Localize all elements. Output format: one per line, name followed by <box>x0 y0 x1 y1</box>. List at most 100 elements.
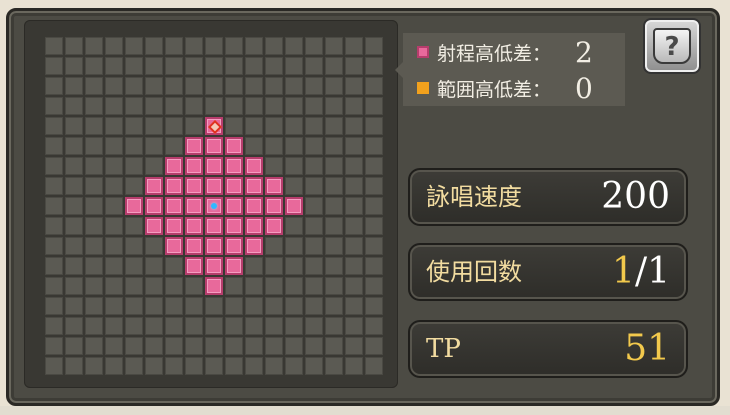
grid-cell <box>285 157 303 175</box>
tp-label: TP <box>426 334 461 364</box>
grid-cell <box>85 237 103 255</box>
grid-cell <box>85 97 103 115</box>
range-cell <box>165 177 183 195</box>
grid-cell <box>125 237 143 255</box>
grid-cell <box>265 257 283 275</box>
grid-cell <box>325 197 343 215</box>
grid-cell <box>145 37 163 55</box>
use-count-current: 1 <box>612 251 635 292</box>
grid-cell <box>345 357 363 375</box>
grid-cell <box>45 37 63 55</box>
grid-cell <box>145 357 163 375</box>
grid-cell <box>105 277 123 295</box>
grid-cell <box>145 297 163 315</box>
grid-cell <box>185 37 203 55</box>
grid-cell <box>205 57 223 75</box>
grid-cell <box>345 57 363 75</box>
use-count-label: 使用回数 <box>426 258 522 286</box>
grid-cell <box>85 317 103 335</box>
range-cell <box>225 157 243 175</box>
grid-cell <box>165 117 183 135</box>
grid-cell <box>45 177 63 195</box>
grid-cell <box>125 297 143 315</box>
grid-cell <box>245 57 263 75</box>
grid-cell <box>145 277 163 295</box>
grid-cell <box>225 37 243 55</box>
grid-cell <box>105 237 123 255</box>
grid-cell <box>65 117 83 135</box>
range-cell <box>185 137 203 155</box>
grid-cell <box>225 117 243 135</box>
grid-cell <box>225 77 243 95</box>
grid-cell <box>305 97 323 115</box>
grid-cell <box>345 257 363 275</box>
grid-cell <box>105 257 123 275</box>
grid-cell <box>105 137 123 155</box>
grid-cell <box>265 297 283 315</box>
grid-cell <box>65 37 83 55</box>
range-cell <box>205 157 223 175</box>
legend-area-height: 範囲高低差： 0 <box>417 72 593 105</box>
grid-cell <box>65 237 83 255</box>
grid-cell <box>65 77 83 95</box>
grid-cell <box>285 317 303 335</box>
help-button[interactable]: ? <box>643 18 701 74</box>
grid-cell <box>165 137 183 155</box>
grid-cell <box>165 37 183 55</box>
grid-cell <box>245 357 263 375</box>
grid-cell <box>125 37 143 55</box>
grid-cell <box>325 277 343 295</box>
grid-cell <box>125 337 143 355</box>
range-cell <box>165 157 183 175</box>
grid-cell <box>265 237 283 255</box>
range-cell <box>205 277 223 295</box>
grid-cell <box>45 197 63 215</box>
grid-cell <box>245 37 263 55</box>
grid-cell <box>285 77 303 95</box>
grid-cell <box>45 297 63 315</box>
grid-cell <box>225 317 243 335</box>
grid-cell <box>165 77 183 95</box>
grid-cell <box>145 237 163 255</box>
grid-cell <box>165 57 183 75</box>
grid-cell <box>65 97 83 115</box>
grid-cell <box>285 37 303 55</box>
grid-cell <box>65 337 83 355</box>
grid-cell <box>265 157 283 175</box>
grid-cell <box>185 97 203 115</box>
grid-cell <box>85 77 103 95</box>
range-cell <box>205 177 223 195</box>
grid-cell <box>85 337 103 355</box>
range-cell <box>265 197 283 215</box>
grid-cell <box>325 297 343 315</box>
grid-cell <box>365 277 383 295</box>
range-cell <box>165 217 183 235</box>
grid-cell <box>265 317 283 335</box>
grid-cell <box>345 237 363 255</box>
grid-cell <box>365 57 383 75</box>
range-swatch-icon <box>417 46 429 58</box>
range-cell <box>125 197 143 215</box>
grid-cell <box>305 197 323 215</box>
grid-cell <box>125 357 143 375</box>
grid-cell <box>125 57 143 75</box>
grid-cell <box>225 357 243 375</box>
grid-cell <box>285 217 303 235</box>
grid-cell <box>345 217 363 235</box>
grid-cell <box>205 337 223 355</box>
range-height-value: 2 <box>575 35 593 69</box>
range-cell <box>185 177 203 195</box>
grid-cell <box>245 97 263 115</box>
range-cell <box>145 217 163 235</box>
grid-cell <box>325 257 343 275</box>
grid-cell <box>225 277 243 295</box>
range-cell <box>245 197 263 215</box>
grid-cell <box>65 57 83 75</box>
grid-cell <box>365 357 383 375</box>
grid-cell <box>285 97 303 115</box>
range-cell <box>225 217 243 235</box>
grid-cell <box>225 337 243 355</box>
range-cell <box>165 197 183 215</box>
grid-cell <box>45 357 63 375</box>
grid-cell <box>365 337 383 355</box>
